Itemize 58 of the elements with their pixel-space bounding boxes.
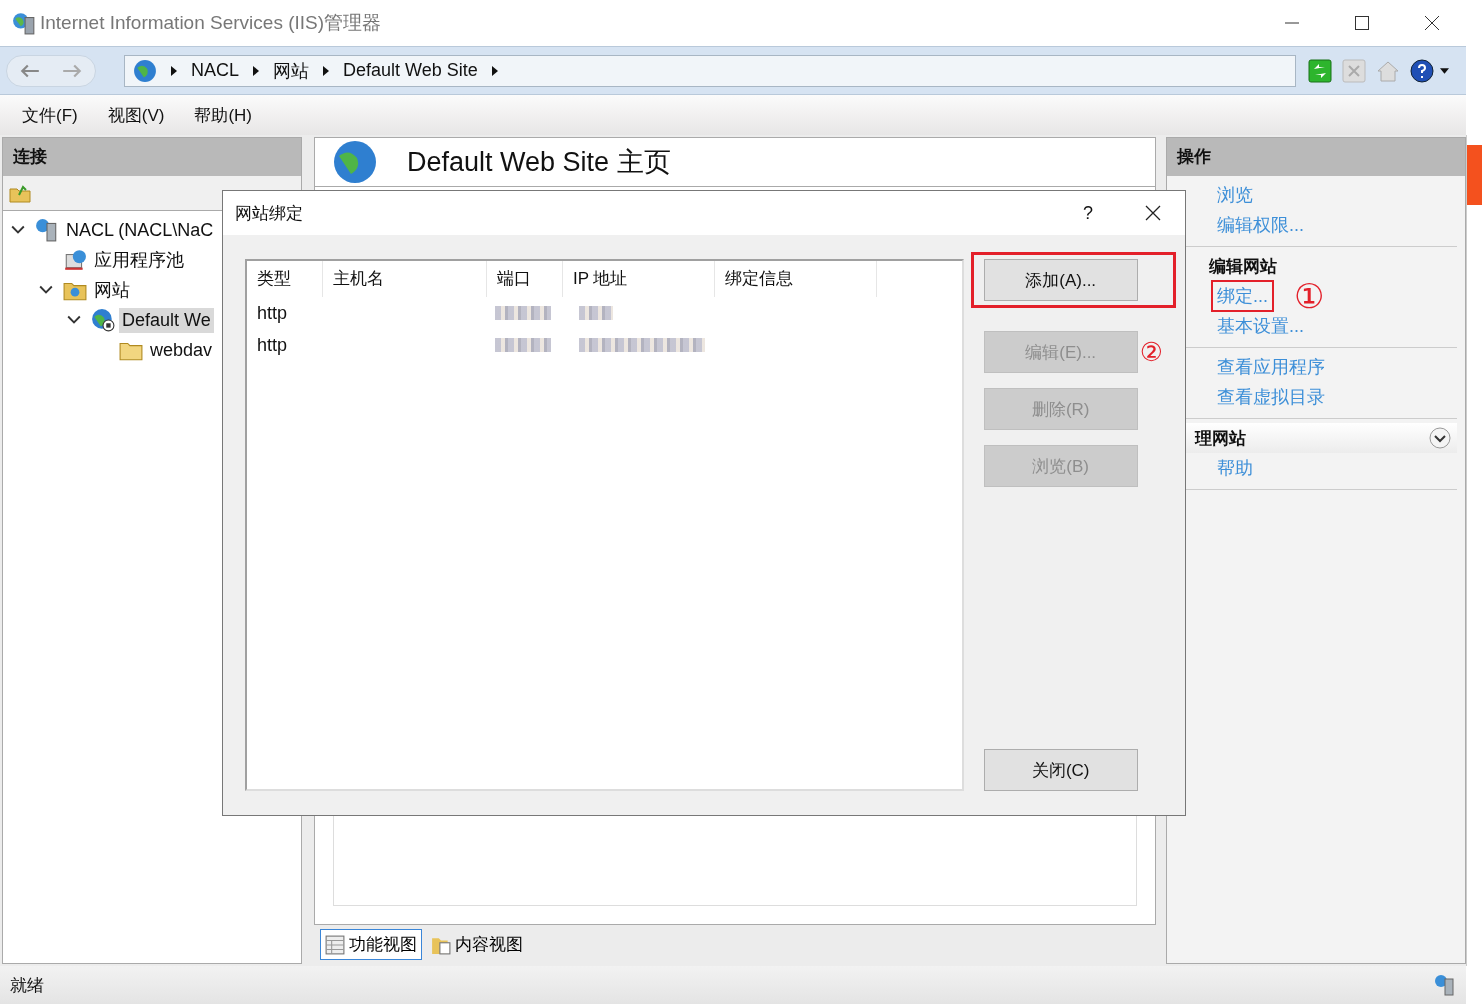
- view-tab[interactable]: 功能视图: [320, 929, 422, 960]
- folder-up-icon[interactable]: [9, 183, 31, 203]
- collapse-chevron-icon[interactable]: [1429, 427, 1451, 449]
- column-header[interactable]: 主机名: [323, 261, 487, 297]
- status-text: 就绪: [10, 974, 44, 997]
- column-header[interactable]: 类型: [247, 261, 323, 297]
- tree-item[interactable]: 网站: [91, 276, 133, 304]
- menu-item[interactable]: 帮助(H): [194, 103, 252, 127]
- menu-item[interactable]: 视图(V): [107, 103, 165, 127]
- breadcrumb[interactable]: Default Web Site: [343, 60, 478, 81]
- server-globe-icon: [12, 11, 36, 35]
- address-field[interactable]: NACL 网站 Default Web Site: [124, 54, 1296, 87]
- close-button[interactable]: 关闭(C): [983, 749, 1138, 791]
- breadcrumb[interactable]: 网站: [273, 58, 309, 83]
- column-header[interactable]: 端口: [487, 261, 563, 297]
- collapse-caret-icon[interactable]: [11, 225, 25, 235]
- breadcrumb[interactable]: NACL: [191, 60, 239, 81]
- chevron-icon: [323, 65, 329, 76]
- tree-item[interactable]: webdav: [147, 337, 216, 363]
- dialog-button[interactable]: 添加(A)...: [983, 259, 1138, 301]
- section-title: 理网站: [1195, 427, 1246, 450]
- step-marker: ②: [1139, 339, 1163, 365]
- server-icon: [35, 218, 59, 242]
- chevron-icon: [171, 65, 177, 76]
- redacted-block: [579, 306, 613, 320]
- tree-item[interactable]: Default We: [119, 307, 214, 333]
- column-header[interactable]: IP 地址: [563, 261, 715, 297]
- table-cell-text: http: [256, 334, 289, 356]
- chevron-icon: [253, 65, 259, 76]
- section-title: 编辑网站: [1209, 255, 1277, 278]
- close-icon[interactable]: [1145, 205, 1161, 221]
- dropdown-caret-icon[interactable]: [1440, 67, 1449, 74]
- tree-item[interactable]: NACL (NACL\NaC: [63, 217, 217, 243]
- dialog-title: 网站绑定: [235, 202, 303, 225]
- maximize-icon[interactable]: [1354, 15, 1370, 31]
- view-tab[interactable]: 内容视图: [426, 929, 528, 960]
- column-header[interactable]: 绑定信息: [715, 261, 877, 297]
- globe-icon: [133, 58, 157, 83]
- step-marker: ①: [1294, 279, 1325, 313]
- chevron-icon: [491, 65, 498, 76]
- help-icon[interactable]: [1410, 58, 1434, 83]
- collapse-caret-icon[interactable]: [67, 315, 81, 325]
- close-icon[interactable]: [1424, 15, 1440, 31]
- panel-header: 操作: [1167, 138, 1465, 176]
- app-pool-icon: [63, 248, 87, 272]
- globe-icon: [91, 308, 115, 332]
- page-heading: Default Web Site 主页: [407, 146, 671, 179]
- menu-item[interactable]: 文件(F): [22, 103, 78, 127]
- refresh-icon[interactable]: [1308, 58, 1332, 83]
- server-icon: [1434, 974, 1456, 996]
- table-cell-text: http: [256, 302, 289, 324]
- grid-view-icon: [325, 934, 345, 955]
- globe-icon: [333, 140, 377, 184]
- panel-header: 连接: [3, 138, 301, 176]
- collapse-caret-icon[interactable]: [39, 285, 53, 295]
- tree-item[interactable]: 应用程序池: [91, 246, 187, 274]
- help-button[interactable]: ?: [1083, 202, 1093, 224]
- window-title: Internet Information Services (IIS)管理器: [40, 11, 382, 35]
